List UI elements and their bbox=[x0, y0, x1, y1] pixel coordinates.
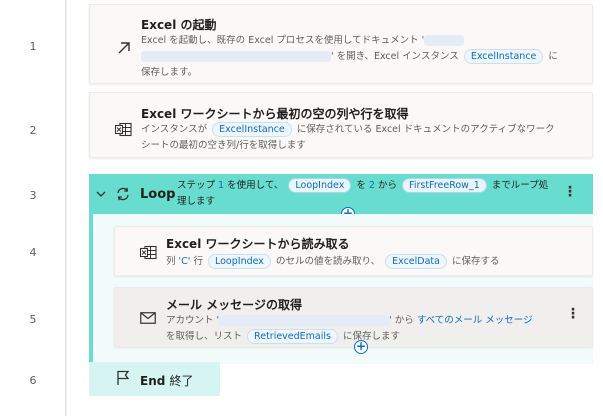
chevron-down-icon[interactable] bbox=[96, 190, 106, 198]
desc-text: 列 bbox=[166, 256, 176, 267]
loop-step-value: 1 bbox=[218, 180, 225, 191]
excel-grid-icon bbox=[115, 122, 132, 137]
variable-tag[interactable]: ExcelInstance bbox=[212, 122, 292, 137]
loop-description: ステップ 1 を使用して、 LoopIndex を 2 から FirstFree… bbox=[177, 178, 577, 210]
action-title: メール メッセージの取得 bbox=[166, 298, 302, 312]
line-number: 1 bbox=[29, 40, 37, 53]
action-card-read-worksheet[interactable]: Excel ワークシートから読み取る 列 'C' 行 LoopIndex のセル… bbox=[114, 226, 593, 276]
desc-text: に保存する bbox=[452, 256, 500, 267]
line-number-gutter: 1 2 3 4 5 6 bbox=[0, 0, 66, 416]
variable-tag[interactable]: LoopIndex bbox=[288, 178, 352, 193]
line-number: 6 bbox=[29, 374, 37, 387]
loop-start-value: 2 bbox=[368, 180, 375, 191]
desc-text: までループ処 bbox=[491, 180, 549, 191]
redacted-path bbox=[141, 51, 331, 62]
end-label: End 終了 bbox=[140, 372, 194, 389]
loop-arrows-icon bbox=[117, 187, 129, 201]
more-options-icon[interactable]: · · · bbox=[567, 181, 573, 203]
end-suffix: 終了 bbox=[169, 374, 194, 388]
desc-text: に保存されている Excel ドキュメントのアクティブなワーク bbox=[296, 124, 555, 135]
loop-label: Loop bbox=[140, 187, 176, 202]
email-filter-link[interactable]: すべてのメール メッセージ bbox=[417, 315, 533, 326]
loop-block-header[interactable]: Loop ステップ 1 を使用して、 LoopIndex を 2 から Firs… bbox=[89, 174, 593, 214]
desc-text: に bbox=[548, 51, 558, 62]
desc-text: インスタンスが bbox=[141, 124, 208, 135]
desc-text: を使用して、 bbox=[227, 180, 284, 191]
action-card-launch-excel[interactable]: Excel の起動 Excel を起動し、既存の Excel プロセスを使用して… bbox=[89, 4, 593, 84]
line-number: 4 bbox=[29, 246, 37, 259]
action-title: Excel ワークシートから最初の空の列や行を取得 bbox=[141, 107, 409, 121]
desc-text: シートの最初の空き列/行を取得します bbox=[141, 140, 306, 151]
loop-end-block[interactable]: End 終了 bbox=[89, 362, 220, 396]
redacted-path bbox=[424, 35, 465, 46]
desc-text: に保存します bbox=[343, 331, 401, 342]
action-card-get-first-free-row[interactable]: Excel ワークシートから最初の空の列や行を取得 インスタンスが ExcelI… bbox=[89, 92, 593, 158]
desc-text: Excel を起動し、既存の Excel プロセスを使用してドキュメント ' bbox=[141, 35, 425, 46]
line-number: 3 bbox=[29, 189, 37, 202]
line-number: 2 bbox=[29, 124, 37, 137]
line-number: 5 bbox=[29, 313, 37, 326]
external-link-arrow-icon bbox=[118, 42, 130, 54]
desc-text: ' から bbox=[389, 315, 414, 326]
desc-text: を bbox=[356, 180, 366, 191]
action-description: Excel を起動し、既存の Excel プロセスを使用してドキュメント ' '… bbox=[141, 33, 581, 81]
flag-icon bbox=[117, 370, 130, 385]
more-options-icon[interactable]: · · · bbox=[570, 303, 576, 325]
variable-tag[interactable]: ExcelData bbox=[385, 254, 447, 269]
action-title: Excel ワークシートから読み取る bbox=[166, 237, 350, 251]
desc-text: から bbox=[378, 180, 398, 191]
redacted-account bbox=[219, 315, 390, 326]
end-keyword: End bbox=[140, 374, 166, 388]
add-action-plus-icon[interactable]: + bbox=[354, 340, 368, 354]
variable-tag[interactable]: RetrievedEmails bbox=[247, 329, 338, 344]
desc-text: ステップ bbox=[177, 180, 216, 191]
desc-text: 行 bbox=[193, 256, 203, 267]
variable-tag[interactable]: ExcelInstance bbox=[463, 49, 544, 64]
column-value: 'C' bbox=[178, 256, 191, 267]
action-description: 列 'C' 行 LoopIndex のセルの値を読み取り、 ExcelData … bbox=[166, 254, 586, 270]
envelope-icon bbox=[140, 312, 156, 324]
desc-text: 保存します。 bbox=[141, 67, 198, 78]
variable-tag[interactable]: LoopIndex bbox=[207, 254, 271, 269]
desc-text: 理します bbox=[177, 196, 216, 207]
variable-tag[interactable]: FirstFreeRow_1 bbox=[402, 178, 487, 193]
desc-text: ' を開き、Excel インスタンス bbox=[331, 51, 459, 62]
desc-text: のセルの値を読み取り、 bbox=[275, 256, 381, 267]
desc-text: アカウント ' bbox=[166, 315, 220, 326]
action-description: インスタンスが ExcelInstance に保存されている Excel ドキュ… bbox=[141, 122, 581, 154]
desc-text: を取得し、リスト bbox=[166, 331, 243, 342]
action-description: アカウント ' ' から すべてのメール メッセージ を取得し、リスト Retri… bbox=[166, 313, 566, 345]
action-title: Excel の起動 bbox=[141, 18, 217, 32]
excel-grid-icon bbox=[140, 245, 157, 260]
action-card-get-email-messages[interactable]: メール メッセージの取得 アカウント ' ' から すべてのメール メッセージ を… bbox=[114, 287, 593, 347]
